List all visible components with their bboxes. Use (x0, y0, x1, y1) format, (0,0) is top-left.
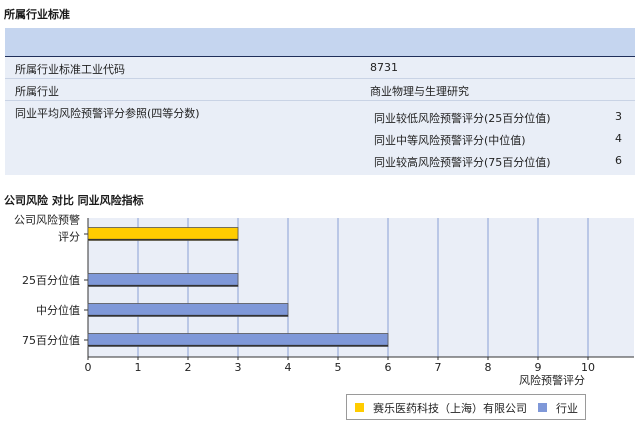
x-tick-label: 3 (235, 361, 242, 374)
x-tick-label: 9 (535, 361, 542, 374)
row-label-peer-average: 同业平均风险预警评分参照(四等分数) (15, 107, 200, 120)
x-axis-label: 风险预警评分 (519, 373, 585, 387)
x-tick-label: 2 (185, 361, 192, 374)
row-value-industry: 商业物理与生理研究 (370, 85, 469, 98)
table-row: 所属行业 商业物理与生理研究 (5, 79, 635, 101)
x-tick-label: 5 (335, 361, 342, 374)
table-row-peer-scores: 同业平均风险预警评分参照(四等分数) 同业较低风险预警评分(25百分位值) 3 … (5, 101, 635, 174)
industry-info-table: 所属行业标准工业代码 8731 所属行业 商业物理与生理研究 同业平均风险预警评… (5, 28, 635, 175)
peer-label-median: 同业中等风险预警评分(中位值) (374, 134, 526, 147)
legend-label-industry: 行业 (556, 402, 578, 415)
category-label: 75百分位值 (22, 333, 80, 347)
bar-industry (87, 273, 239, 287)
x-tick-label: 8 (485, 361, 492, 374)
bar-company (87, 227, 239, 241)
legend-label-company: 赛乐医药科技（上海）有限公司 (373, 402, 527, 415)
x-tick-label: 10 (581, 361, 595, 374)
bar-industry (87, 303, 289, 317)
peer-label-p75: 同业较高风险预警评分(75百分位值) (374, 156, 551, 169)
category-label: 公司风险预警 (14, 213, 80, 227)
x-tick-label: 7 (435, 361, 442, 374)
row-label-industry-code: 所属行业标准工业代码 (15, 63, 125, 76)
x-tick-label: 6 (385, 361, 392, 374)
category-label: 25百分位值 (22, 273, 80, 287)
section-title-industry-standard: 所属行业标准 (4, 8, 70, 21)
risk-comparison-chart: 0 1 2 3 4 5 6 7 8 9 10风险预警评分 公司风险预警评分 25百分位值中分位值 75百分… (14, 213, 634, 387)
legend-swatch-industry (538, 403, 547, 412)
bar-industry (87, 333, 389, 347)
row-value-industry-code: 8731 (370, 61, 398, 74)
peer-label-p25: 同业较低风险预警评分(25百分位值) (374, 112, 551, 125)
category-label: 中分位值 (36, 303, 80, 317)
chart-legend: 赛乐医药科技（上海）有限公司 行业 (346, 394, 586, 420)
info-table-header (5, 28, 635, 57)
category-label: 评分 (58, 231, 80, 244)
legend-swatch-company (355, 403, 364, 412)
peer-value-median: 4 (615, 132, 622, 145)
row-label-industry: 所属行业 (15, 85, 59, 98)
peer-value-p25: 3 (615, 110, 622, 123)
x-tick-label: 1 (135, 361, 142, 374)
x-tick-label: 4 (285, 361, 292, 374)
table-row: 所属行业标准工业代码 8731 (5, 57, 635, 79)
x-tick-label: 0 (85, 361, 92, 374)
peer-value-p75: 6 (615, 154, 622, 167)
